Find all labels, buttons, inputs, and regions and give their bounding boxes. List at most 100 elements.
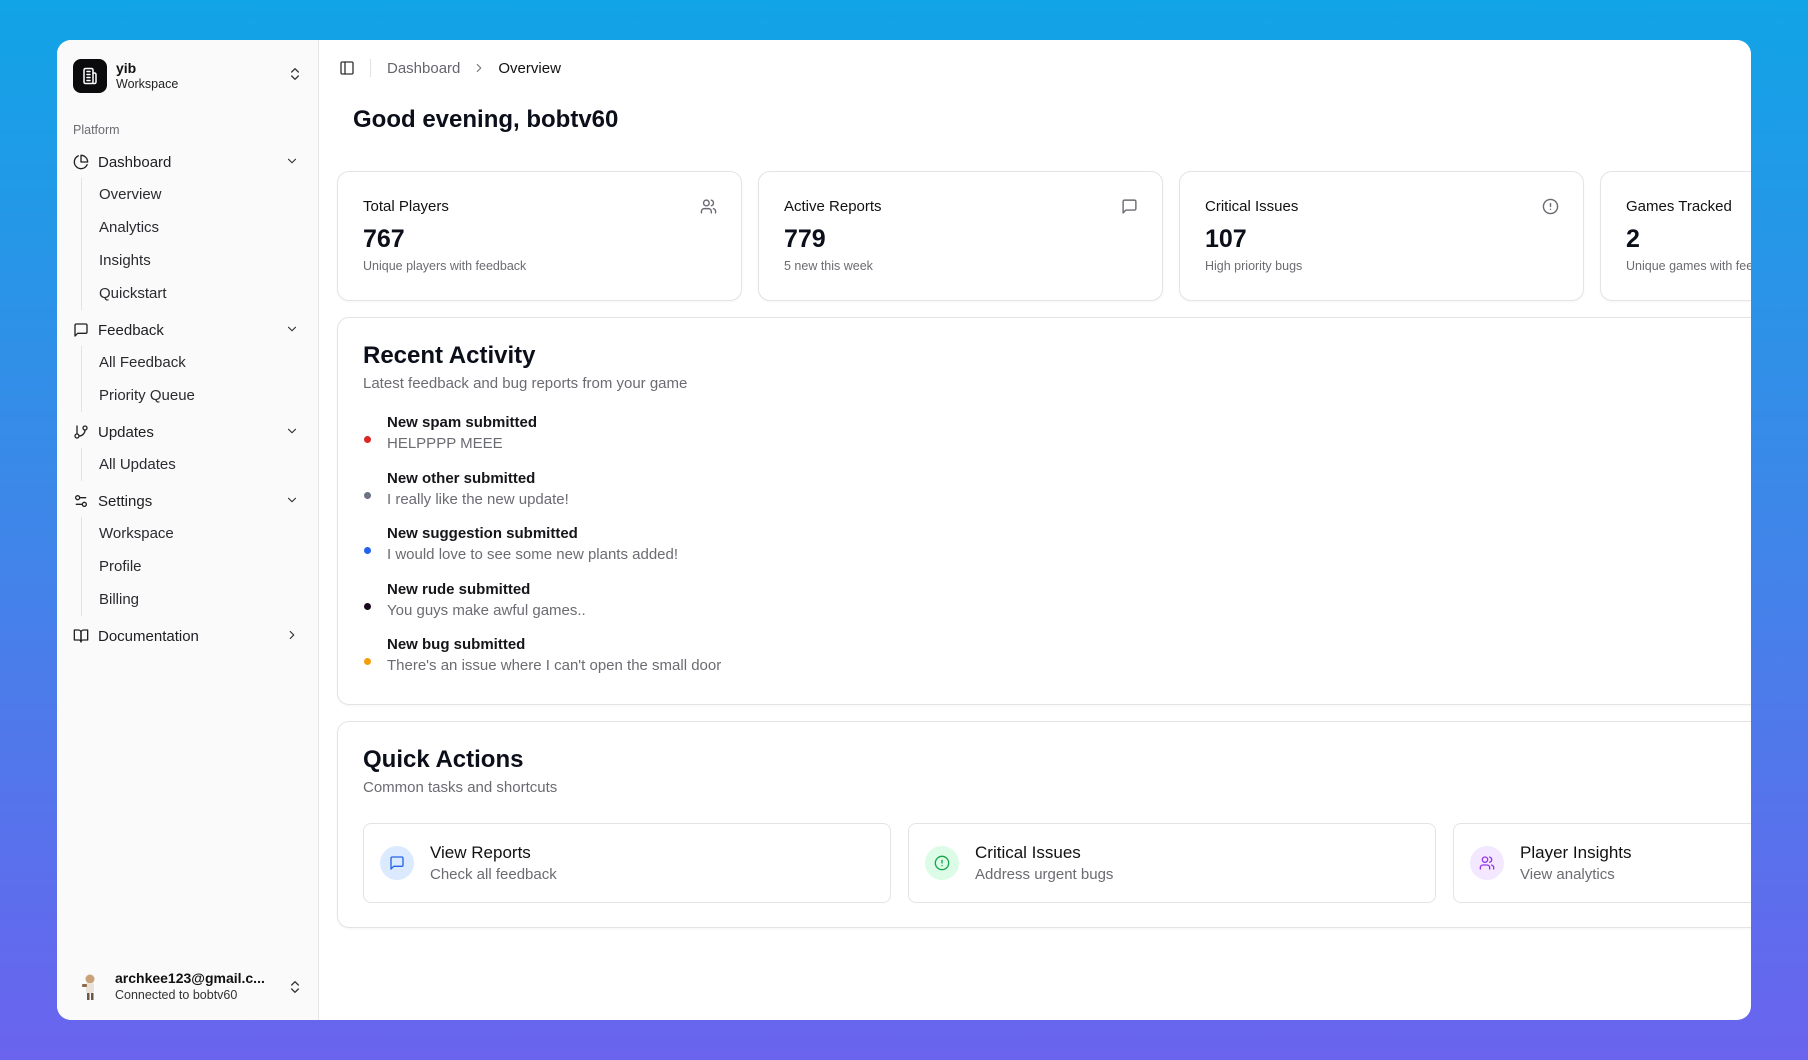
workspace-subtitle: Workspace <box>116 76 179 91</box>
sidebar-subitem-all-feedback[interactable]: All Feedback <box>99 346 303 379</box>
sidebar-subitem-priority-queue[interactable]: Priority Queue <box>99 379 303 412</box>
breadcrumb-dashboard[interactable]: Dashboard <box>387 60 460 77</box>
workspace-switcher[interactable]: yib Workspace <box>73 56 303 96</box>
quick-action-title: Player Insights <box>1520 843 1632 862</box>
sidebar-item-dashboard[interactable]: Dashboard <box>73 146 303 178</box>
activity-desc: HELPPPP MEEE <box>387 435 503 452</box>
quick-actions-subtitle: Common tasks and shortcuts <box>363 779 558 796</box>
sidebar-item-documentation[interactable]: Documentation <box>73 620 303 652</box>
activity-title: New rude submitted <box>387 580 531 598</box>
sidebar-item-label: Feedback <box>98 321 164 339</box>
sidebar-item-label: Updates <box>98 423 154 441</box>
status-dot <box>364 602 371 610</box>
list-item[interactable]: New other submitted I really like the ne… <box>363 470 721 526</box>
book-open-icon <box>73 628 89 644</box>
users-icon <box>700 198 717 220</box>
users-icon <box>1470 846 1504 880</box>
message-square-icon <box>73 322 89 338</box>
stat-title: Total Players <box>363 198 449 215</box>
chevron-down-icon <box>285 424 299 442</box>
workspace-logo-icon <box>73 59 107 93</box>
divider <box>370 59 371 77</box>
sidebar-subitem-profile[interactable]: Profile <box>99 550 303 583</box>
sidebar-subitem-workspace[interactable]: Workspace <box>99 517 303 550</box>
sidebar-subitem-all-updates[interactable]: All Updates <box>99 448 303 481</box>
list-item[interactable]: New bug submitted There's an issue where… <box>363 636 721 692</box>
alert-circle-icon <box>1542 198 1559 220</box>
sidebar-subitem-quickstart[interactable]: Quickstart <box>99 277 303 310</box>
sidebar-item-settings[interactable]: Settings <box>73 485 303 517</box>
activity-title: New spam submitted <box>387 414 538 431</box>
workspace-name: yib <box>116 60 137 77</box>
stat-subtitle: Unique players with feedback <box>363 259 527 273</box>
list-item[interactable]: New suggestion submitted I would love to… <box>363 525 721 581</box>
sidebar-item-label: Dashboard <box>98 153 172 171</box>
stat-subtitle: Unique games with feedback <box>1626 259 1751 273</box>
stat-title: Critical Issues <box>1205 198 1299 215</box>
quick-action-title: Critical Issues <box>975 843 1081 862</box>
critical-issues-button[interactable]: Critical Issues Address urgent bugs <box>908 823 1436 903</box>
message-square-icon <box>1121 198 1138 220</box>
status-dot <box>364 436 371 443</box>
player-insights-button[interactable]: Player Insights View analytics <box>1453 823 1751 903</box>
topbar: Dashboard Overview <box>338 56 561 80</box>
activity-title: New other submitted <box>387 469 536 487</box>
main-content: Dashboard Overview Good evening, bobtv60… <box>319 40 1751 1020</box>
quick-actions-row: View Reports Check all feedback Critical… <box>363 823 1751 903</box>
stat-card-games-tracked: Games Tracked 2 Unique games with feedba… <box>1600 171 1751 301</box>
recent-activity-subtitle: Latest feedback and bug reports from you… <box>363 375 688 392</box>
activity-title: New suggestion submitted <box>387 525 578 542</box>
sidebar-item-updates[interactable]: Updates <box>73 416 303 448</box>
stat-title: Games Tracked <box>1626 198 1732 215</box>
sidebar-subitem-insights[interactable]: Insights <box>99 244 303 277</box>
activity-desc: There's an issue where I can't open the … <box>387 657 722 674</box>
quick-actions-panel: Quick Actions Common tasks and shortcuts… <box>337 721 1751 928</box>
chevrons-up-down-icon <box>287 66 303 87</box>
stat-value: 107 <box>1205 225 1247 253</box>
chevron-right-icon <box>285 628 299 646</box>
quick-action-subtitle: Address urgent bugs <box>975 866 1114 883</box>
sidebar-subitem-overview[interactable]: Overview <box>99 178 303 211</box>
sidebar-item-label: Settings <box>98 492 153 510</box>
user-status: Connected to bobtv60 <box>115 987 238 1002</box>
status-dot <box>364 491 371 499</box>
stat-value: 779 <box>784 225 826 253</box>
quick-action-title: View Reports <box>430 843 531 862</box>
sidebar-subitem-analytics[interactable]: Analytics <box>99 211 303 244</box>
stat-card-critical-issues: Critical Issues 107 High priority bugs <box>1179 171 1584 301</box>
chevron-down-icon <box>285 322 299 340</box>
activity-desc: You guys make awful games.. <box>387 601 586 619</box>
sidebar-toggle-icon[interactable] <box>338 59 356 77</box>
avatar <box>73 970 107 1004</box>
sidebar-item-feedback[interactable]: Feedback <box>73 314 303 346</box>
recent-activity-panel: Recent Activity Latest feedback and bug … <box>337 317 1751 705</box>
activity-desc: I really like the new update! <box>387 490 569 508</box>
user-menu[interactable]: archkee123@gmail.c... Connected to bobtv… <box>73 964 303 1010</box>
status-dot <box>364 658 371 665</box>
sidebar: yib Workspace Platform Dashboard Overvie… <box>57 40 319 1020</box>
stat-card-active-reports: Active Reports 779 5 new this week <box>758 171 1163 301</box>
quick-action-subtitle: Check all feedback <box>430 866 557 883</box>
quick-actions-title: Quick Actions <box>363 746 524 773</box>
chevron-down-icon <box>285 493 299 511</box>
breadcrumb-current: Overview <box>498 59 561 77</box>
stat-subtitle: 5 new this week <box>784 259 873 273</box>
sidebar-subitem-billing[interactable]: Billing <box>99 583 303 616</box>
list-item[interactable]: New spam submitted HELPPPP MEEE <box>363 414 721 470</box>
quick-action-subtitle: View analytics <box>1520 866 1615 883</box>
chevron-right-icon <box>472 61 486 75</box>
view-reports-button[interactable]: View Reports Check all feedback <box>363 823 891 903</box>
chevron-down-icon <box>285 154 299 172</box>
section-label: Platform <box>73 123 120 137</box>
breadcrumb: Dashboard Overview <box>387 60 561 77</box>
pie-chart-icon <box>73 154 89 170</box>
chevrons-up-down-icon <box>287 979 303 1000</box>
stat-value: 2 <box>1626 225 1640 253</box>
recent-activity-title: Recent Activity <box>363 342 536 369</box>
stat-card-total-players: Total Players 767 Unique players with fe… <box>337 171 742 301</box>
stat-value: 767 <box>363 225 405 253</box>
list-item[interactable]: New rude submitted You guys make awful g… <box>363 581 721 637</box>
alert-circle-icon <box>925 846 959 880</box>
activity-desc: I would love to see some new plants adde… <box>387 546 679 563</box>
sidebar-item-label: Documentation <box>98 627 199 645</box>
